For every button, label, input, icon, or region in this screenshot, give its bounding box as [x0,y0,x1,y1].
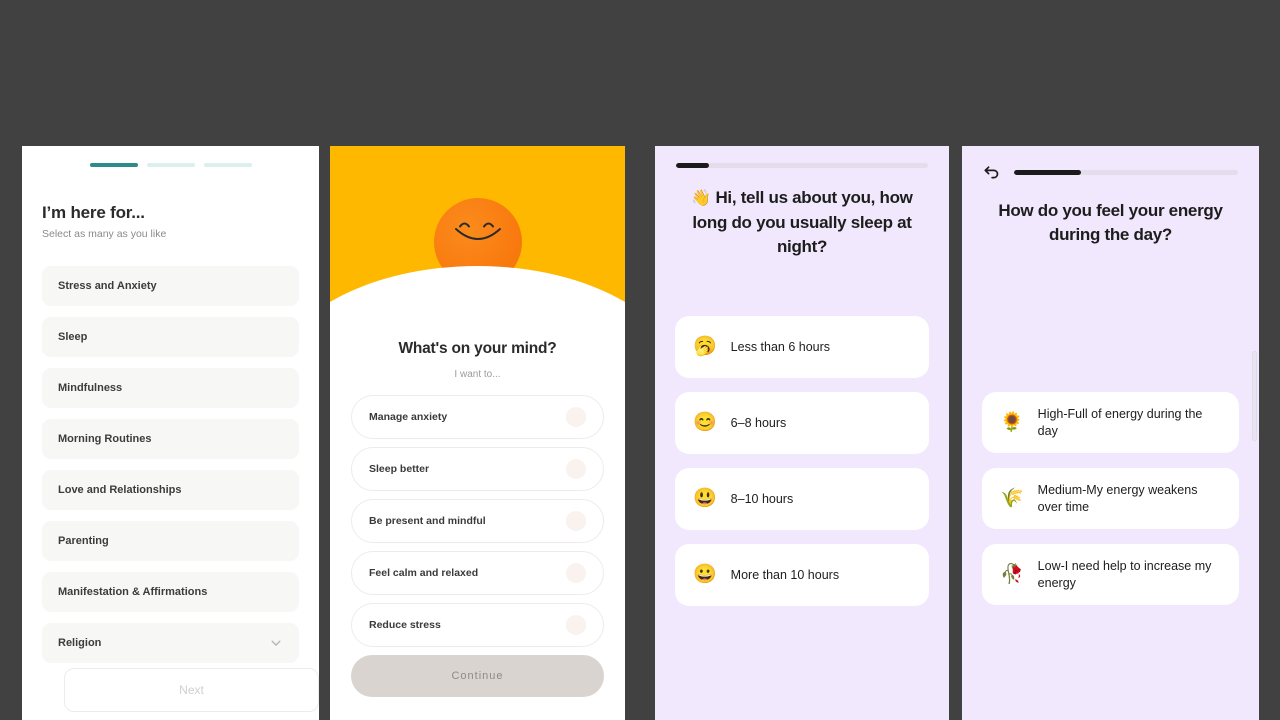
progress-segment-2 [146,163,195,167]
list-item[interactable]: Mindfulness [42,368,299,408]
list-item[interactable]: Reduce stress [351,603,604,647]
option-label: Stress and Anxiety [58,280,157,292]
yawning-face-icon: 🥱 [693,336,717,358]
sun-hero-banner [330,146,625,336]
list-item[interactable]: Feel calm and relaxed [351,551,604,595]
page-title: What's on your mind? [398,340,557,357]
option-label: Religion [58,637,102,649]
page-title: How do you feel your energy during the d… [998,201,1223,245]
sunflower-icon: 🌻 [1000,412,1024,434]
list-item[interactable]: Stress and Anxiety [42,266,299,306]
option-label: Medium-My energy weakens over time [1037,483,1198,514]
option-label: Low-I need help to increase my energy [1037,559,1212,590]
list-item[interactable]: Love and Relationships [42,470,299,510]
sleep-option-list: 🥱 Less than 6 hours 😊 6–8 hours 😃 8–10 h… [655,315,949,606]
option-label: Parenting [58,535,109,547]
list-item[interactable]: 😀 More than 10 hours [675,543,929,606]
list-item[interactable]: Parenting [42,521,299,561]
option-label: 6–8 hours [730,415,787,430]
continue-button[interactable]: Continue [351,655,604,697]
list-item[interactable]: 🥀 Low-I need help to increase my energy [982,544,1239,606]
progress-bar-fill [676,163,709,168]
page-subtitle: I want to... [454,369,501,380]
vertical-scrollbar[interactable] [1252,351,1257,441]
progress-row [962,146,1259,181]
grinning-face-icon: 😃 [693,488,717,510]
option-label: Less than 6 hours [730,339,831,354]
option-label: More than 10 hours [730,567,840,582]
onboarding-panel-sleep: 👋 Hi, tell us about you, how long do you… [655,146,949,720]
option-label: Feel calm and relaxed [369,567,479,579]
onboarding-panel-energy: How do you feel your energy during the d… [962,146,1259,720]
smiling-face-icon: 😊 [693,412,717,434]
hill-shape [330,266,625,336]
radio-circle-icon[interactable] [566,615,586,635]
list-item[interactable]: Be present and mindful [351,499,604,543]
progress-segments [22,146,319,167]
option-label: Love and Relationships [58,484,182,496]
page-title-text: Hi, tell us about you, how long do you u… [692,188,913,256]
wilted-flower-icon: 🥀 [1000,564,1024,586]
progress-bar-fill [1014,169,1082,175]
list-item[interactable]: Manage anxiety [351,395,604,439]
progress-segment-1 [89,163,138,167]
list-item-religion[interactable]: Religion [42,623,299,663]
progress-row [655,146,949,168]
list-item[interactable]: 🌾 Medium-My energy weakens over time [982,468,1239,530]
list-item[interactable]: 🥱 Less than 6 hours [675,315,929,378]
page-title: 👋 Hi, tell us about you, how long do you… [655,186,949,259]
list-item[interactable]: 🌻 High-Full of energy during the day [982,392,1239,454]
option-label: Manifestation & Affirmations [58,586,208,598]
back-arrow-icon[interactable] [983,163,1001,181]
desktop-background: I’m here for... Select as many as you li… [0,0,1280,720]
onboarding-panel-intent: What's on your mind? I want to... Manage… [330,146,625,720]
option-label: 8–10 hours [730,491,794,506]
option-label: Sleep [58,331,88,343]
option-label: Be present and mindful [369,515,486,527]
list-item[interactable]: Manifestation & Affirmations [42,572,299,612]
list-item[interactable]: 😃 8–10 hours [675,467,929,530]
option-label: Mindfulness [58,382,123,394]
intent-option-list: Manage anxiety Sleep better Be present a… [330,395,625,647]
list-item[interactable]: Morning Routines [42,419,299,459]
radio-circle-icon[interactable] [566,459,586,479]
radio-circle-icon[interactable] [566,407,586,427]
next-button-label: Next [179,683,204,697]
progress-segment-3 [203,163,252,167]
interest-option-list: Stress and Anxiety Sleep Mindfulness Mor… [22,266,319,663]
radio-circle-icon[interactable] [566,563,586,583]
option-label: Sleep better [369,463,430,475]
onboarding-panel-interests: I’m here for... Select as many as you li… [22,146,319,720]
panel1-header: I’m here for... Select as many as you li… [22,203,319,240]
list-item[interactable]: Sleep better [351,447,604,491]
list-item[interactable]: Sleep [42,317,299,357]
progress-bar [1014,169,1238,175]
next-button[interactable]: Next [64,668,319,712]
list-item[interactable]: 😊 6–8 hours [675,391,929,454]
option-label: Manage anxiety [369,411,448,423]
option-label: High-Full of energy during the day [1037,407,1203,438]
option-label: Morning Routines [58,433,152,445]
energy-option-list: 🌻 High-Full of energy during the day 🌾 M… [962,392,1259,606]
beaming-face-icon: 😀 [693,564,717,586]
chevron-down-icon[interactable] [269,636,283,650]
progress-bar [676,163,928,168]
radio-circle-icon[interactable] [566,511,586,531]
sheaf-of-rice-icon: 🌾 [1000,488,1024,510]
waving-hand-icon: 👋 [691,190,712,207]
continue-button-label: Continue [451,670,504,682]
option-label: Reduce stress [369,619,441,631]
page-subtitle: Select as many as you like [42,228,167,240]
page-title: I’m here for... [42,203,145,222]
